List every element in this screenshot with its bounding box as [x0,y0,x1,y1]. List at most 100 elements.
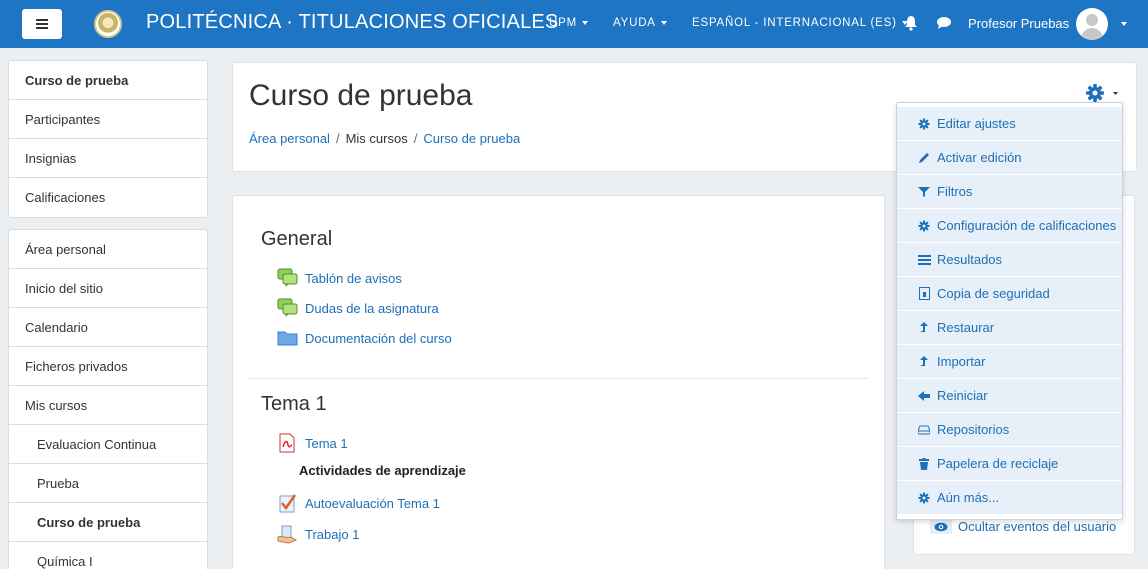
gear-icon [917,117,931,131]
activity-pdf-resource[interactable]: Tema 1 [277,433,348,453]
chevron-down-icon [660,20,667,25]
top-navbar: POLITÉCNICA · TITULACIONES OFICIALES UPM… [0,0,1148,48]
nav-upm-label: UPM [549,17,577,29]
activity-assignment[interactable]: Trabajo 1 [277,524,359,544]
nav-participants[interactable]: Participantes [9,100,207,139]
trash-icon [917,457,931,471]
upload-icon [917,355,931,369]
activity-forum[interactable]: Dudas de la asignatura [277,298,439,318]
menu-item-edit-settings[interactable]: Editar ajustes [897,107,1122,141]
filter-icon [917,185,931,199]
nav-grades[interactable]: Calificaciones [9,178,207,217]
menu-toggle-button[interactable] [22,9,62,39]
menu-item-label: Copia de seguridad [937,286,1050,301]
nav-ayuda-label: AYUDA [613,17,656,29]
activity-label: Autoevaluación Tema 1 [305,495,440,511]
pencil-icon [917,151,931,165]
menu-item-label: Resultados [937,252,1003,267]
breadcrumb-my-courses[interactable]: Mis cursos [346,131,408,146]
nav-course-home[interactable]: Curso de prueba [9,61,207,100]
quiz-icon [279,494,297,513]
language-label: ESPAÑOL - INTERNACIONAL (ES) [692,17,897,29]
gear-icon [917,219,931,233]
site-title[interactable]: POLITÉCNICA · TITULACIONES OFICIALES [146,11,558,34]
nav-badges[interactable]: Insignias [9,139,207,178]
course-nav-block: Curso de prueba Participantes Insignias … [8,60,208,218]
menu-item-import[interactable]: Importar [897,345,1122,379]
arrow-left-icon [917,389,931,403]
user-avatar[interactable] [1076,8,1108,40]
language-menu[interactable]: ESPAÑOL - INTERNACIONAL (ES) [692,17,908,29]
section-divider [249,378,869,379]
activity-label: Tema 1 [305,435,348,451]
breadcrumb-dashboard-link[interactable]: Área personal [249,131,330,146]
menu-item-label: Importar [937,354,986,369]
hide-user-events-link[interactable]: Ocultar eventos del usuario [930,519,1116,534]
activity-forum[interactable]: Tablón de avisos [277,268,402,288]
gear-icon [917,491,931,505]
upload-icon [917,321,931,335]
breadcrumb: Área personal / Mis cursos / Curso de prueba [249,131,521,146]
menu-item-more[interactable]: Aún más... [897,481,1122,515]
nav-course-item[interactable]: Curso de prueba [9,503,207,542]
nav-my-courses[interactable]: Mis cursos [9,386,207,425]
nav-site-home[interactable]: Inicio del sitio [9,269,207,308]
menu-item-restore[interactable]: Restaurar [897,311,1122,345]
university-logo[interactable] [94,10,122,38]
bell-icon[interactable] [904,15,918,31]
menu-item-label: Reiniciar [937,388,988,403]
hamburger-icon [36,19,48,29]
nav-ayuda-menu[interactable]: AYUDA [613,17,667,29]
chat-icon[interactable] [936,16,952,30]
section-title-general: General [261,228,333,250]
section-label: Actividades de aprendizaje [299,463,466,478]
menu-item-backup[interactable]: Copia de seguridad [897,277,1122,311]
menu-item-recycle-bin[interactable]: Papelera de reciclaje [897,447,1122,481]
eye-icon [930,519,952,534]
course-content: General Tablón de avisos Dudas de la asi… [232,195,885,569]
menu-item-turn-editing-on[interactable]: Activar edición [897,141,1122,175]
menu-item-label: Activar edición [937,150,1022,165]
page-title: Curso de prueba [249,79,473,112]
site-nav-block: Área personal Inicio del sitio Calendari… [8,229,208,569]
chevron-down-icon[interactable] [1121,22,1127,26]
menu-item-label: Papelera de reciclaje [937,456,1059,471]
user-name[interactable]: Profesor Pruebas [968,16,1069,31]
course-settings-menu: Editar ajustes Activar edición Filtros C… [896,102,1123,520]
menu-item-label: Repositorios [937,422,1010,437]
activity-quiz[interactable]: Autoevaluación Tema 1 [277,493,440,513]
settings-gear-button[interactable] [1086,84,1118,102]
activity-label: Dudas de la asignatura [305,300,439,316]
activity-folder[interactable]: Documentación del curso [277,328,452,348]
pdf-icon [279,433,295,453]
section-title-tema1: Tema 1 [261,393,327,415]
list-icon [917,253,931,267]
nav-calendar[interactable]: Calendario [9,308,207,347]
menu-item-label: Editar ajustes [937,116,1016,131]
activity-label: Documentación del curso [305,330,452,346]
nav-upm-menu[interactable]: UPM [549,17,588,29]
nav-course-item[interactable]: Evaluacion Continua [9,425,207,464]
activity-label: Tablón de avisos [305,270,402,286]
forum-icon [277,268,298,287]
nav-dashboard[interactable]: Área personal [9,230,207,269]
menu-item-grade-setup[interactable]: Configuración de calificaciones [897,209,1122,243]
nav-private-files[interactable]: Ficheros privados [9,347,207,386]
menu-item-label: Filtros [937,184,973,199]
activity-label: Trabajo 1 [305,526,360,542]
nav-course-item[interactable]: Química I [9,542,207,569]
menu-item-filters[interactable]: Filtros [897,175,1122,209]
drive-icon [917,423,931,437]
menu-item-outcomes[interactable]: Resultados [897,243,1122,277]
hide-events-label: Ocultar eventos del usuario [958,519,1117,534]
menu-item-reset[interactable]: Reiniciar [897,379,1122,413]
menu-item-repositories[interactable]: Repositorios [897,413,1122,447]
chevron-down-icon [581,20,588,25]
breadcrumb-course-link[interactable]: Curso de prueba [423,131,520,146]
menu-item-label: Configuración de calificaciones [937,218,1117,233]
assignment-icon [277,525,298,544]
menu-item-label: Aún más... [937,490,1000,505]
forum-icon [277,298,298,317]
menu-item-label: Restaurar [937,320,995,335]
nav-course-item[interactable]: Prueba [9,464,207,503]
